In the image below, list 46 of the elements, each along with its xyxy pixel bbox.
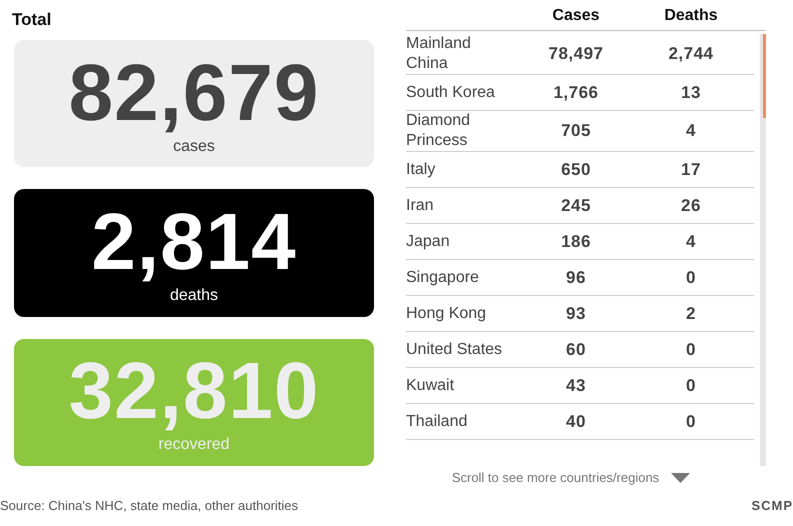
table-cell-text: 4: [685, 120, 697, 142]
table-cell-text: 0: [685, 266, 697, 289]
table-cell-text: 2,744: [667, 43, 715, 66]
stat-number: 2,814: [91, 200, 297, 284]
stat-number: 82,679: [68, 50, 320, 135]
stat-label: deaths: [170, 286, 218, 306]
table-cell-text: 43: [565, 374, 587, 397]
table-cell-text: 186: [560, 230, 592, 253]
country-name: Hong Kong: [406, 304, 488, 324]
table-cell-text: 245: [560, 194, 592, 217]
country-name: Singapore: [406, 268, 480, 288]
table-cell-text: 93: [565, 302, 587, 325]
table-cell-text: 0: [685, 338, 697, 361]
section-title: Total: [12, 10, 52, 30]
column-header: Cases: [551, 6, 601, 26]
caret-down-icon: [671, 472, 690, 483]
scroll-hint: Scroll to see more countries/regions: [452, 469, 660, 487]
column-header: Deaths: [663, 6, 719, 26]
table-cell-text: 17: [680, 158, 702, 181]
country-name: Iran: [406, 196, 435, 216]
table-cell-text: 96: [565, 266, 587, 289]
country-name: Kuwait: [406, 376, 456, 396]
country-name: Mainland China: [406, 34, 472, 74]
table-cell-text: 13: [680, 82, 702, 104]
stat-label: recovered: [158, 435, 230, 456]
stat-label: cases: [173, 136, 215, 157]
stat-number: 32,810: [68, 349, 320, 434]
country-name: Italy: [406, 160, 436, 180]
table-cell-text: 60: [565, 338, 587, 361]
source-note: Source: China's NHC, state media, other authorities: [0, 497, 298, 515]
country-name: South Korea: [406, 82, 496, 102]
country-name: Thailand: [406, 412, 468, 432]
table-cell-text: 705: [560, 120, 592, 142]
table-cell-text: 650: [560, 158, 592, 181]
table-cell-text: 2: [685, 302, 697, 325]
table-cell-text: 40: [565, 410, 587, 433]
country-name: Japan: [406, 232, 451, 252]
country-name: United States: [406, 340, 504, 360]
table-cell-text: 4: [685, 230, 697, 253]
country-name: Diamond Princess: [406, 111, 472, 151]
table-cell-text: 26: [680, 194, 702, 217]
table-cell-text: 0: [685, 410, 697, 433]
table-cell-text: 78,497: [548, 43, 604, 66]
table-cell-text: 1,766: [552, 82, 600, 104]
brand-logo: SCMP: [751, 497, 793, 515]
table-cell-text: 0: [685, 374, 697, 397]
